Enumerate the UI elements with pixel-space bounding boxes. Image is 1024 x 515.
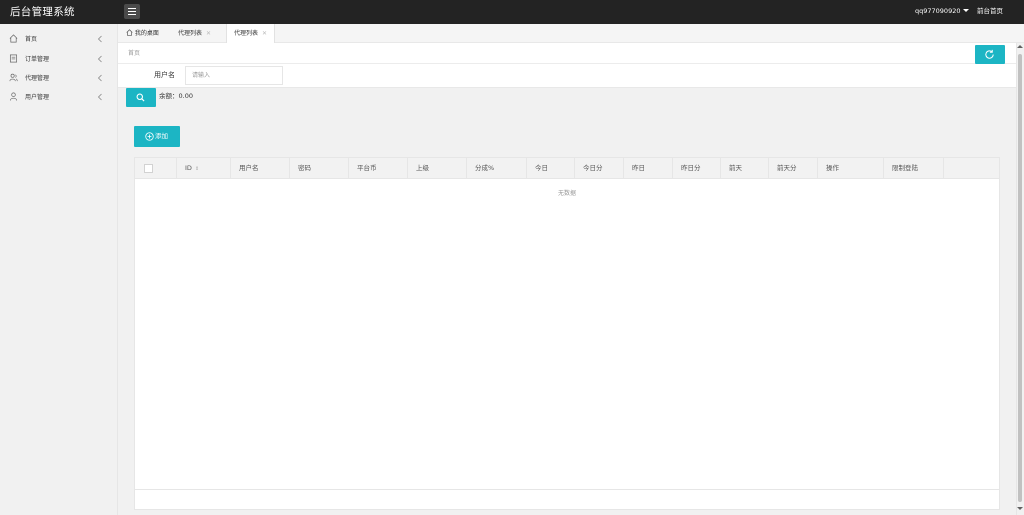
column-header-share-percent: 分成%: [467, 158, 527, 179]
tab-agent-list-active[interactable]: 代理列表 ✕: [226, 24, 276, 43]
username-input[interactable]: [185, 66, 283, 85]
sidebar-item-users[interactable]: 用户管理: [0, 88, 118, 106]
column-header-id[interactable]: ID ⇕: [177, 158, 231, 179]
hamburger-icon: [128, 8, 136, 15]
caret-down-icon: [963, 9, 970, 12]
user-icon: [9, 92, 18, 101]
chevron-left-icon: [97, 74, 102, 82]
tab-label: 代理列表: [234, 30, 259, 37]
chevron-left-icon: [97, 55, 102, 63]
app-title: 后台管理系统: [10, 6, 75, 18]
scroll-down-arrow-icon[interactable]: [1017, 507, 1023, 510]
close-icon[interactable]: ✕: [262, 30, 267, 37]
refresh-button[interactable]: [975, 45, 1005, 64]
sidebar-item-label: 用户管理: [25, 94, 50, 101]
home-icon: [126, 29, 133, 36]
column-header-username: 用户名: [231, 158, 290, 179]
username-label: 用户名: [154, 71, 175, 79]
chevron-left-icon: [97, 35, 102, 43]
sort-icon[interactable]: ⇕: [195, 166, 199, 172]
menu-toggle-button[interactable]: [124, 4, 140, 19]
table-header: ID ⇕ 用户名 密码 平台币 上级 分成% 今日 今日分 昨日 昨日分 前天 前…: [135, 158, 999, 179]
sidebar-item-label: 代理管理: [25, 75, 50, 82]
sidebar-item-agents[interactable]: 代理管理: [0, 69, 118, 87]
chevron-left-icon: [97, 93, 102, 101]
search-button[interactable]: [126, 88, 156, 107]
refresh-icon: [985, 49, 994, 59]
top-bar: 后台管理系统 qq977090920 前台首页: [0, 0, 1024, 24]
column-header-yesterday: 昨日: [624, 158, 673, 179]
select-all-cell: [135, 158, 177, 179]
column-header-actions: 操作: [818, 158, 884, 179]
column-header-password: 密码: [290, 158, 349, 179]
search-form: 用户名: [118, 64, 1016, 88]
column-header-platform-coin: 平台币: [349, 158, 408, 179]
select-all-checkbox[interactable]: [144, 164, 153, 173]
breadcrumb-bar: 首页: [118, 43, 1016, 64]
sidebar-item-label: 订单管理: [25, 56, 50, 63]
agent-table: ID ⇕ 用户名 密码 平台币 上级 分成% 今日 今日分 昨日 昨日分 前天 前…: [134, 157, 1000, 510]
agents-icon: [9, 73, 18, 82]
tab-bar: 我的桌面 代理列表 ✕ 代理列表 ✕: [118, 24, 1024, 43]
scrollbar-thumb[interactable]: [1018, 54, 1022, 502]
column-header-login-limit: 限制登陆: [884, 158, 944, 179]
order-icon: [9, 54, 18, 63]
add-button-label: 添加: [155, 132, 168, 140]
close-icon[interactable]: ✕: [206, 30, 211, 37]
tab-agent-list[interactable]: 代理列表 ✕: [178, 24, 211, 43]
tab-desktop[interactable]: 我的桌面: [126, 24, 159, 43]
tab-label: 我的桌面: [134, 30, 159, 37]
sidebar-item-home[interactable]: 首页: [0, 30, 118, 48]
balance-text: 余额：0.00: [159, 92, 193, 100]
sidebar-item-label: 首页: [25, 36, 38, 43]
front-home-link[interactable]: 前台首页: [977, 7, 1003, 16]
column-header-today: 今日: [527, 158, 575, 179]
sidebar: 首页 订单管理 代理管理 用户管理: [0, 24, 118, 515]
sidebar-item-orders[interactable]: 订单管理: [0, 50, 118, 68]
search-icon: [136, 93, 145, 102]
column-header-parent: 上级: [408, 158, 467, 179]
breadcrumb[interactable]: 首页: [128, 49, 140, 58]
tab-label: 代理列表: [178, 30, 203, 37]
column-header-day-before: 前天: [721, 158, 769, 179]
empty-state-text: 无数据: [557, 190, 576, 197]
add-circle-icon: [145, 132, 154, 141]
column-header-yesterday-share: 昨日分: [673, 158, 721, 179]
add-button[interactable]: 添加: [134, 126, 180, 147]
table-footer-divider: [135, 489, 999, 490]
scroll-up-arrow-icon[interactable]: [1017, 45, 1023, 48]
user-name: qq977090920: [915, 7, 961, 15]
column-header-today-share: 今日分: [575, 158, 624, 179]
home-icon: [9, 34, 18, 43]
user-menu[interactable]: qq977090920: [915, 7, 970, 16]
column-header-day-before-share: 前天分: [769, 158, 818, 179]
